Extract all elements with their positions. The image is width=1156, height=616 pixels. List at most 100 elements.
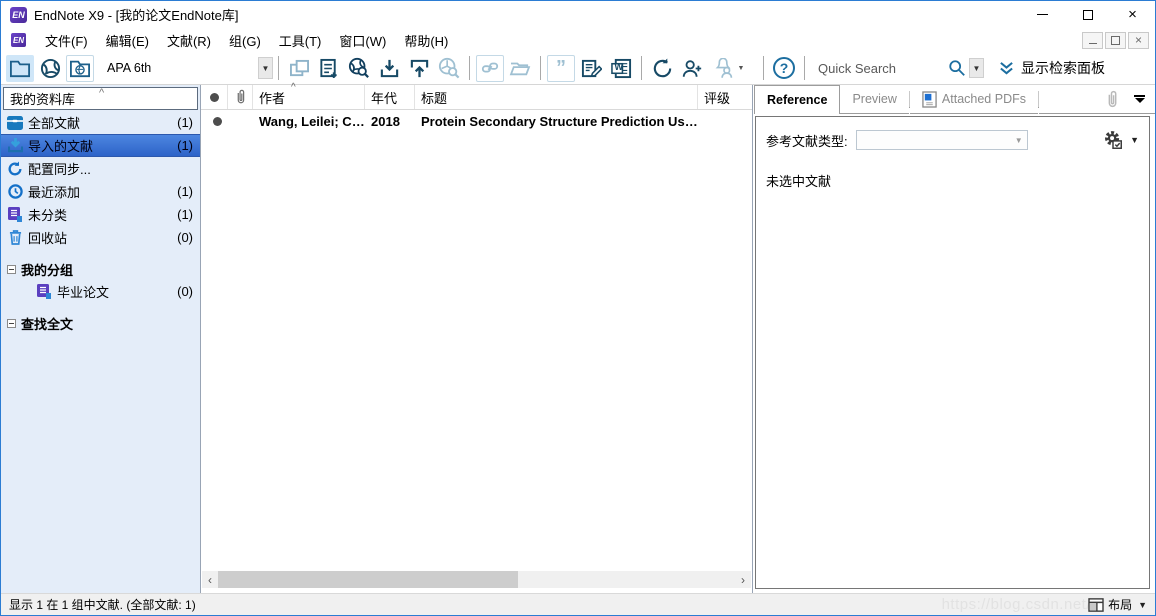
sidebar-item-thesis-group[interactable]: 毕业论文 (0) — [1, 280, 200, 303]
new-reference-icon — [319, 58, 339, 79]
output-style-select[interactable]: APA 6th ▼ — [101, 55, 273, 81]
menu-help[interactable]: 帮助(H) — [395, 28, 457, 53]
field-options-button[interactable]: ▼ — [1102, 129, 1139, 151]
library-header[interactable]: 我的资料库 ^ — [3, 87, 198, 110]
child-minimize-button[interactable] — [1082, 32, 1103, 49]
sidebar-item-label: 配置同步... — [28, 159, 91, 178]
list-header-row: 作者 ^ 年代 标题 评级 — [201, 85, 752, 110]
journal-icon — [35, 284, 53, 299]
status-bar: 显示 1 在 1 组中文献. (全部文献: 1) https://blog.cs… — [1, 593, 1155, 615]
person-add-icon — [681, 58, 703, 79]
scrollbar-thumb[interactable] — [218, 571, 518, 588]
my-groups-header[interactable]: 我的分组 — [1, 258, 200, 280]
menu-edit[interactable]: 编辑(E) — [97, 28, 158, 53]
child-close-button[interactable]: × — [1128, 32, 1149, 49]
toolbar-separator — [278, 56, 279, 80]
open-file-button[interactable] — [506, 55, 534, 82]
tab-reference[interactable]: Reference — [754, 85, 840, 114]
import-button[interactable] — [375, 55, 403, 82]
groups-sidebar: 我的资料库 ^ 全部文献 (1) 导入的文献 (1) 配置同步... — [1, 85, 201, 593]
column-read-status[interactable] — [201, 85, 228, 109]
attach-file-button[interactable] — [476, 55, 504, 82]
sidebar-item-count: (1) — [177, 138, 193, 153]
menu-groups[interactable]: 组(G) — [220, 28, 270, 53]
sidebar-item-unfiled[interactable]: 未分类 (1) — [1, 203, 200, 226]
menu-file[interactable]: 文件(F) — [36, 28, 97, 53]
sync-library-button[interactable] — [648, 55, 676, 82]
menu-tools[interactable]: 工具(T) — [270, 28, 331, 53]
help-button[interactable]: ? — [770, 55, 798, 82]
tab-preview[interactable]: Preview — [840, 85, 908, 114]
format-word-button[interactable]: W — [607, 55, 635, 82]
scroll-left-icon[interactable]: ‹ — [202, 571, 218, 588]
integrated-library-mode-button[interactable] — [66, 55, 94, 82]
tab-preview-label: Preview — [852, 92, 896, 106]
copy-to-local-library-button[interactable] — [285, 55, 313, 82]
double-chevron-down-icon — [998, 61, 1015, 76]
quick-search: ▼ — [818, 58, 984, 78]
title-bar: EN EndNote X9 - [我的论文EndNote库] × — [1, 1, 1155, 28]
activity-feed-button[interactable]: ▼ — [708, 55, 748, 82]
column-title[interactable]: 标题 — [415, 85, 698, 109]
year-cell: 2018 — [365, 114, 415, 129]
search-options-dropdown[interactable]: ▼ — [969, 58, 984, 78]
sidebar-item-all-references[interactable]: 全部文献 (1) — [1, 111, 200, 134]
horizontal-scrollbar[interactable]: ‹ › — [202, 571, 751, 588]
download-icon — [6, 138, 24, 153]
scrollbar-track[interactable] — [218, 571, 735, 588]
read-status-icon — [210, 93, 219, 102]
reference-type-select[interactable]: ▼ — [856, 130, 1028, 150]
gear-icon — [1102, 129, 1124, 151]
tab-attached-pdfs[interactable]: Attached PDFs — [910, 85, 1038, 114]
sidebar-item-recently-added[interactable]: 最近添加 (1) — [1, 180, 200, 203]
scroll-right-icon[interactable]: › — [735, 571, 751, 588]
online-search-button[interactable] — [345, 55, 373, 82]
column-attachment[interactable] — [228, 85, 253, 109]
sidebar-item-count: (0) — [177, 284, 193, 299]
sidebar-item-imported-references[interactable]: 导入的文献 (1) — [1, 134, 200, 157]
reference-type-row: 参考文献类型: ▼ ▼ — [766, 129, 1139, 151]
tab-attached-pdfs-label: Attached PDFs — [942, 92, 1026, 106]
find-full-text-button[interactable] — [435, 55, 463, 82]
column-author[interactable]: 作者 ^ — [253, 85, 365, 109]
show-search-panel-button[interactable]: 显示检索面板 — [998, 58, 1105, 78]
folder-globe-icon — [69, 58, 91, 78]
toolbar-separator — [763, 56, 764, 80]
toolbar-separator — [469, 56, 470, 80]
author-cell: Wang, Leilei; Ch... — [253, 114, 365, 129]
minimize-button[interactable] — [1020, 1, 1065, 28]
child-restore-button[interactable] — [1105, 32, 1126, 49]
chevron-down-icon[interactable]: ▼ — [258, 57, 273, 79]
sidebar-item-configure-sync[interactable]: 配置同步... — [1, 157, 200, 180]
sort-ascending-icon: ^ — [291, 82, 296, 93]
panel-menu-icon[interactable] — [1134, 95, 1145, 103]
column-year-label: 年代 — [371, 88, 397, 107]
export-button[interactable] — [405, 55, 433, 82]
find-full-text-header[interactable]: 查找全文 — [1, 312, 200, 334]
quick-search-input[interactable] — [818, 61, 946, 76]
edit-citations-button[interactable] — [577, 55, 605, 82]
layout-button[interactable]: 布局 ▼ — [1088, 596, 1147, 613]
collapse-icon[interactable]: ^ — [99, 87, 104, 99]
column-rating[interactable]: 评级 — [698, 85, 752, 109]
open-folder-icon — [509, 59, 531, 77]
maximize-button[interactable] — [1065, 1, 1110, 28]
menu-window[interactable]: 窗口(W) — [330, 28, 395, 53]
toolbar-separator — [641, 56, 642, 80]
close-button[interactable]: × — [1110, 1, 1155, 28]
quote-icon: ” — [556, 63, 566, 73]
search-icon[interactable] — [948, 59, 966, 77]
local-library-mode-button[interactable] — [6, 55, 34, 82]
collapse-box-icon[interactable] — [7, 319, 16, 328]
online-search-mode-button[interactable] — [36, 55, 64, 82]
share-library-button[interactable] — [678, 55, 706, 82]
window-title: EndNote X9 - [我的论文EndNote库] — [34, 5, 238, 24]
import-icon — [379, 58, 400, 79]
column-year[interactable]: 年代 — [365, 85, 415, 109]
collapse-box-icon[interactable] — [7, 265, 16, 274]
insert-citation-button[interactable]: ” — [547, 55, 575, 82]
reference-row[interactable]: Wang, Leilei; Ch... 2018 Protein Seconda… — [201, 110, 752, 133]
menu-references[interactable]: 文献(R) — [158, 28, 220, 53]
new-reference-button[interactable] — [315, 55, 343, 82]
sidebar-item-trash[interactable]: 回收站 (0) — [1, 226, 200, 249]
